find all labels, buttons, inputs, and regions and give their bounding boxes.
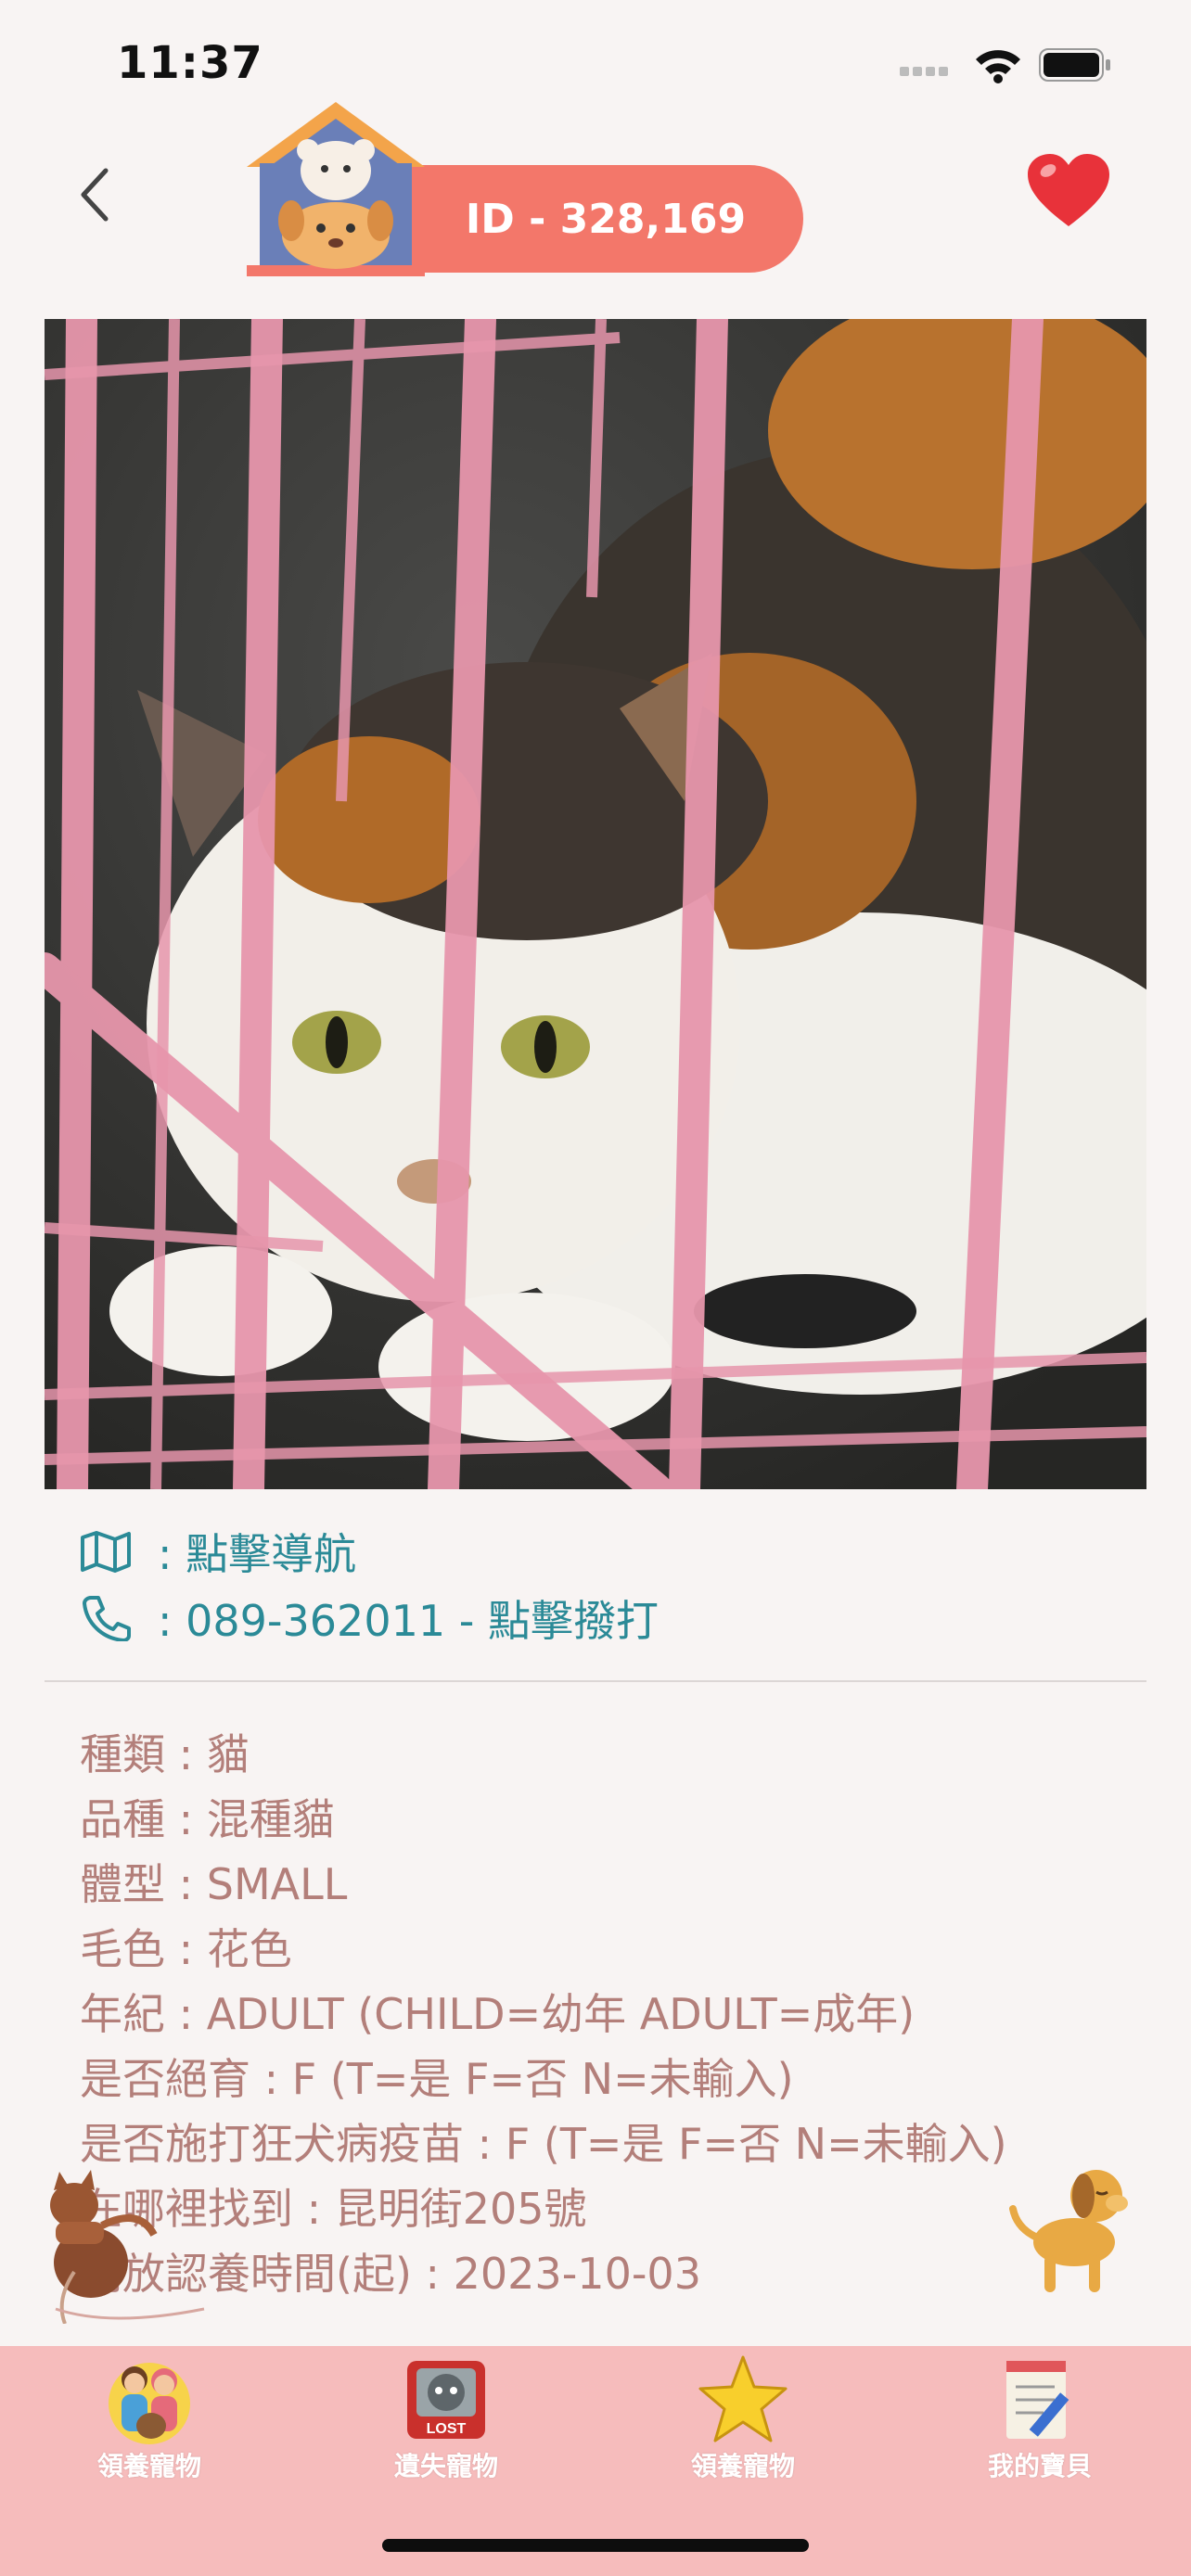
tab-adopt-pets-label: 領養寵物: [96, 2451, 201, 2481]
dog-icon: [1009, 2170, 1128, 2292]
favorite-heart-button[interactable]: [1026, 152, 1111, 230]
battery-icon: [1039, 48, 1110, 82]
tab-adopt-pets[interactable]: 領養寵物: [33, 2353, 265, 2493]
status-time: 11:37: [117, 37, 263, 89]
detail-rabies-vaccine: 是否施打狂犬病疫苗 : F (T=是 F=否 N=未輸入): [80, 2119, 1007, 2169]
lost-cat-icon: LOST: [407, 2361, 485, 2439]
detail-breed: 品種 : 混種貓: [80, 1794, 335, 1844]
cat-with-yarn-icon: [50, 2170, 205, 2324]
navigate-link[interactable]: : 點擊導航: [80, 1521, 356, 1582]
tab-lost-pets-label: 遺失寵物: [393, 2451, 498, 2481]
divider: [45, 1680, 1146, 1682]
navigate-link-label: : 點擊導航: [158, 1529, 357, 1579]
tab-my-pets[interactable]: 我的寶貝: [924, 2353, 1156, 2493]
tab-adopt-pets-star-label: 領養寵物: [690, 2451, 795, 2481]
wifi-icon: [976, 50, 1020, 83]
pet-photo: [45, 319, 1146, 1489]
map-icon: [81, 1531, 131, 1573]
detail-neutered: 是否絕育 : F (T=是 F=否 N=未輸入): [80, 2054, 794, 2104]
star-icon: [698, 2355, 788, 2442]
phone-link[interactable]: : 089-362011 - 點擊撥打: [80, 1588, 659, 1649]
tab-lost-pets[interactable]: LOST 遺失寵物: [330, 2353, 562, 2493]
detail-species: 種類 : 貓: [80, 1729, 250, 1779]
phone-icon: [83, 1596, 131, 1641]
detail-size: 體型 : SMALL: [80, 1859, 348, 1909]
back-button[interactable]: [76, 167, 113, 223]
family-pets-icon: [109, 2363, 190, 2444]
detail-color: 毛色 : 花色: [80, 1924, 292, 1974]
home-indicator[interactable]: [382, 2539, 809, 2552]
detail-age: 年紀 : ADULT (CHILD=幼年 ADULT=成年): [80, 1989, 916, 2039]
pet-house-logo-icon: [247, 102, 425, 276]
notepad-icon: [1006, 2361, 1069, 2439]
pet-id-badge: ID - 328,169: [408, 165, 803, 273]
cellular-signal-icon: [900, 67, 955, 80]
svg-text:LOST: LOST: [427, 2421, 467, 2437]
tab-my-pets-label: 我的寶貝: [987, 2451, 1092, 2481]
tab-adopt-pets-star[interactable]: 領養寵物: [627, 2353, 859, 2493]
phone-link-label: : 089-362011 - 點擊撥打: [158, 1596, 659, 1646]
